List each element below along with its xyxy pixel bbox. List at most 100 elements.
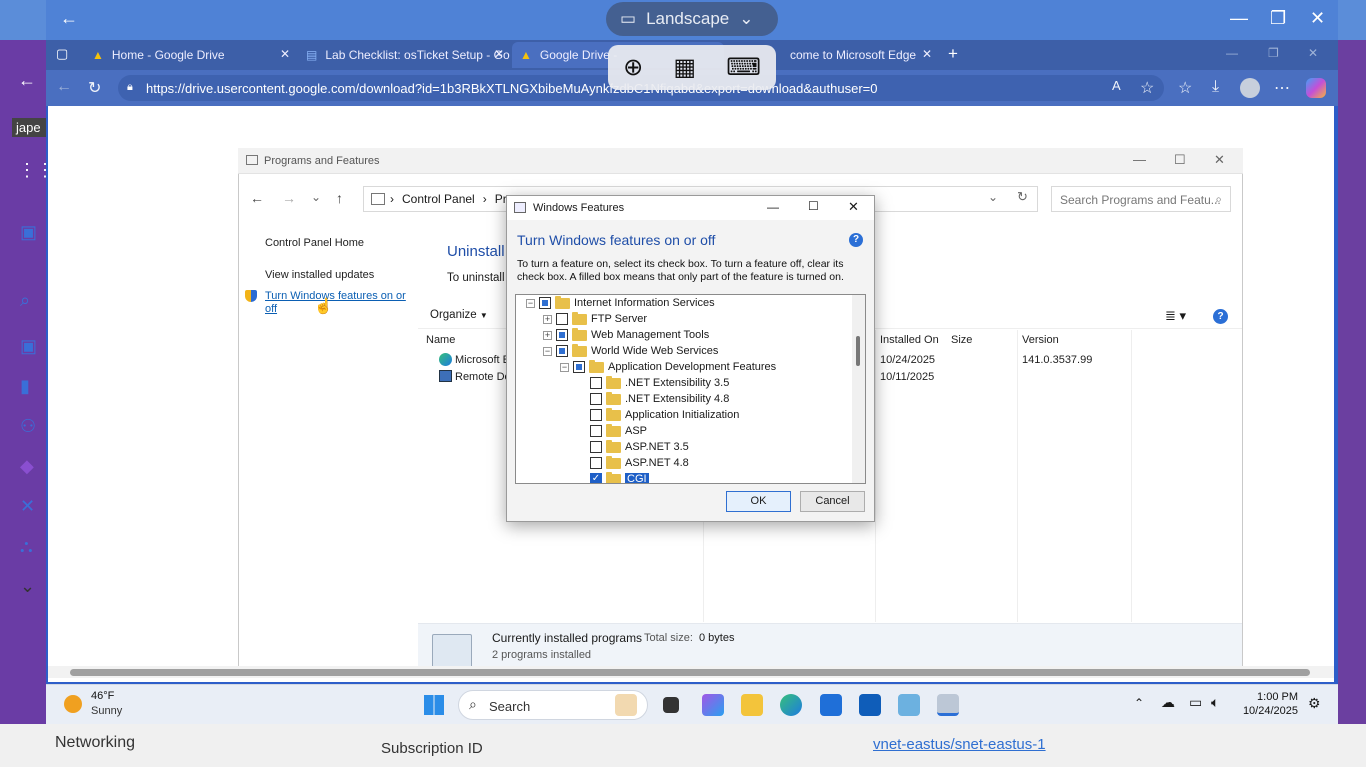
- profile-avatar[interactable]: [1240, 78, 1260, 98]
- network-icon[interactable]: ⛬: [20, 536, 33, 557]
- edge-min-icon[interactable]: —: [1226, 46, 1238, 60]
- feature-checkbox[interactable]: [590, 425, 602, 437]
- maximize-icon[interactable]: ❐: [1270, 8, 1286, 29]
- edge-icon[interactable]: [780, 694, 802, 716]
- recent-dropdown-icon[interactable]: ⌄: [311, 190, 321, 204]
- back-icon[interactable]: ←: [56, 78, 72, 96]
- organize-button[interactable]: Organize: [430, 309, 477, 321]
- copilot-icon[interactable]: [1306, 78, 1326, 98]
- chevron-down-icon[interactable]: ⌄: [20, 576, 35, 597]
- installed-updates-link[interactable]: View installed updates: [265, 269, 374, 281]
- feature-row[interactable]: .NET Extensibility 3.5: [577, 375, 729, 391]
- host-back-icon[interactable]: ←: [18, 70, 36, 91]
- favorites-icon[interactable]: ☆: [1178, 78, 1192, 98]
- feature-checkbox[interactable]: [590, 377, 602, 389]
- breadcrumb-item[interactable]: Control Panel: [402, 192, 475, 206]
- expand-toggle-icon[interactable]: −: [560, 362, 569, 372]
- expand-toggle-icon[interactable]: −: [543, 346, 552, 356]
- refresh-icon[interactable]: ↻: [88, 78, 101, 98]
- monitor-icon[interactable]: ▣: [20, 222, 37, 243]
- paint-icon[interactable]: [615, 694, 637, 716]
- search-icon[interactable]: ⌕: [20, 290, 30, 311]
- table-row[interactable]: Microsoft E: [455, 354, 510, 366]
- volume-icon[interactable]: 🔈︎: [1211, 694, 1219, 711]
- expand-toggle-icon[interactable]: +: [543, 314, 552, 324]
- feature-row[interactable]: Application Initialization: [577, 407, 739, 423]
- users-icon[interactable]: ⚇: [20, 416, 36, 437]
- edge-close-icon[interactable]: ✕: [1308, 46, 1318, 60]
- tab-actions-icon[interactable]: ▢: [56, 46, 68, 62]
- feature-row[interactable]: + FTP Server: [543, 311, 647, 327]
- nav-up-icon[interactable]: ↑: [336, 190, 343, 206]
- book-icon[interactable]: ▮: [20, 376, 30, 397]
- close-icon[interactable]: ✕: [1310, 8, 1325, 29]
- close-icon[interactable]: ✕: [922, 47, 932, 61]
- tab-home-drive[interactable]: ▲ Home - Google Drive ✕: [84, 42, 296, 68]
- zoom-in-icon[interactable]: ⊕: [623, 53, 643, 82]
- weather-desc[interactable]: Sunny: [91, 705, 122, 717]
- help-icon[interactable]: ?: [1213, 309, 1228, 324]
- close-icon[interactable]: ✕: [494, 47, 504, 61]
- feature-checkbox[interactable]: [573, 361, 585, 373]
- download-icon[interactable]: ⤓: [1212, 78, 1219, 96]
- view-options-icon[interactable]: ≣ ▾: [1165, 308, 1186, 324]
- col-name[interactable]: Name: [426, 334, 455, 346]
- pf-minimize-icon[interactable]: —: [1133, 152, 1146, 167]
- control-panel-icon[interactable]: [898, 694, 920, 716]
- feature-row[interactable]: − World Wide Web Services: [543, 343, 718, 359]
- windows-key-icon[interactable]: ▦: [673, 53, 696, 82]
- clock[interactable]: 1:00 PM 10/24/2025: [1232, 690, 1298, 718]
- more-icon[interactable]: ⋯: [1274, 78, 1290, 98]
- feature-checkbox[interactable]: [556, 345, 568, 357]
- wf-close-icon[interactable]: ✕: [848, 199, 859, 215]
- tag-icon[interactable]: ◆: [20, 456, 34, 477]
- refresh-icon[interactable]: ↻: [1017, 189, 1028, 205]
- outlook-icon[interactable]: [859, 694, 881, 716]
- pf-maximize-icon[interactable]: ☐: [1174, 152, 1186, 168]
- feature-row[interactable]: + Web Management Tools: [543, 327, 709, 343]
- tree-scrollbar[interactable]: [852, 295, 865, 483]
- wf-maximize-icon[interactable]: ☐: [808, 199, 819, 213]
- feature-row[interactable]: − Internet Information Services: [526, 295, 715, 311]
- feature-row[interactable]: .NET Extensibility 4.8: [577, 391, 729, 407]
- taskview-icon[interactable]: [663, 697, 679, 713]
- ok-button[interactable]: OK: [726, 491, 791, 512]
- cancel-button[interactable]: Cancel: [800, 491, 865, 512]
- address-dropdown-icon[interactable]: ⌄: [988, 190, 998, 204]
- feature-row[interactable]: ASP.NET 4.8: [577, 455, 689, 471]
- explorer-icon[interactable]: [741, 694, 763, 716]
- pf-close-icon[interactable]: ✕: [1214, 152, 1225, 168]
- feature-checkbox[interactable]: [590, 393, 602, 405]
- cloud-off-icon[interactable]: ☁: [1161, 694, 1175, 711]
- close-icon[interactable]: ✕: [280, 47, 290, 61]
- cp-home-link[interactable]: Control Panel Home: [265, 237, 364, 249]
- star-icon[interactable]: ☆: [1140, 78, 1154, 98]
- store-icon[interactable]: [820, 694, 842, 716]
- orientation-toggle[interactable]: ▭ Landscape ⌄: [606, 2, 778, 36]
- minimize-icon[interactable]: —: [1230, 8, 1248, 29]
- feature-row[interactable]: − Application Development Features: [560, 359, 776, 375]
- feature-checkbox[interactable]: [590, 409, 602, 421]
- search-input[interactable]: Search Programs and Featu... ⌕: [1051, 186, 1231, 212]
- feature-checkbox[interactable]: [539, 297, 551, 309]
- expand-toggle-icon[interactable]: +: [543, 330, 552, 340]
- help-icon[interactable]: ?: [849, 233, 863, 247]
- tray-chevron-icon[interactable]: ⌃: [1134, 696, 1144, 710]
- feature-row[interactable]: ASP: [577, 423, 647, 439]
- features-tree[interactable]: − Internet Information Services + FTP Serve…: [515, 294, 866, 484]
- feature-row[interactable]: ASP.NET 3.5: [577, 439, 689, 455]
- turn-windows-features-link[interactable]: Turn Windows features on or off: [265, 290, 407, 316]
- col-installed-on[interactable]: Installed On: [880, 334, 939, 346]
- weather-temp[interactable]: 46°F: [91, 690, 114, 702]
- edge-max-icon[interactable]: ❐: [1268, 46, 1279, 60]
- feature-row[interactable]: ✓ CGI: [577, 471, 649, 483]
- feature-checkbox[interactable]: [556, 329, 568, 341]
- vm-icon[interactable]: ▣: [20, 336, 37, 357]
- nav-forward-icon[interactable]: →: [282, 190, 296, 206]
- notification-icon[interactable]: ⚙: [1308, 695, 1321, 712]
- tree-scroll-thumb[interactable]: [856, 336, 860, 366]
- feature-checkbox[interactable]: [556, 313, 568, 325]
- table-row[interactable]: Remote De: [455, 371, 511, 383]
- wf-minimize-icon[interactable]: —: [767, 200, 779, 214]
- scroll-thumb[interactable]: [70, 669, 1310, 676]
